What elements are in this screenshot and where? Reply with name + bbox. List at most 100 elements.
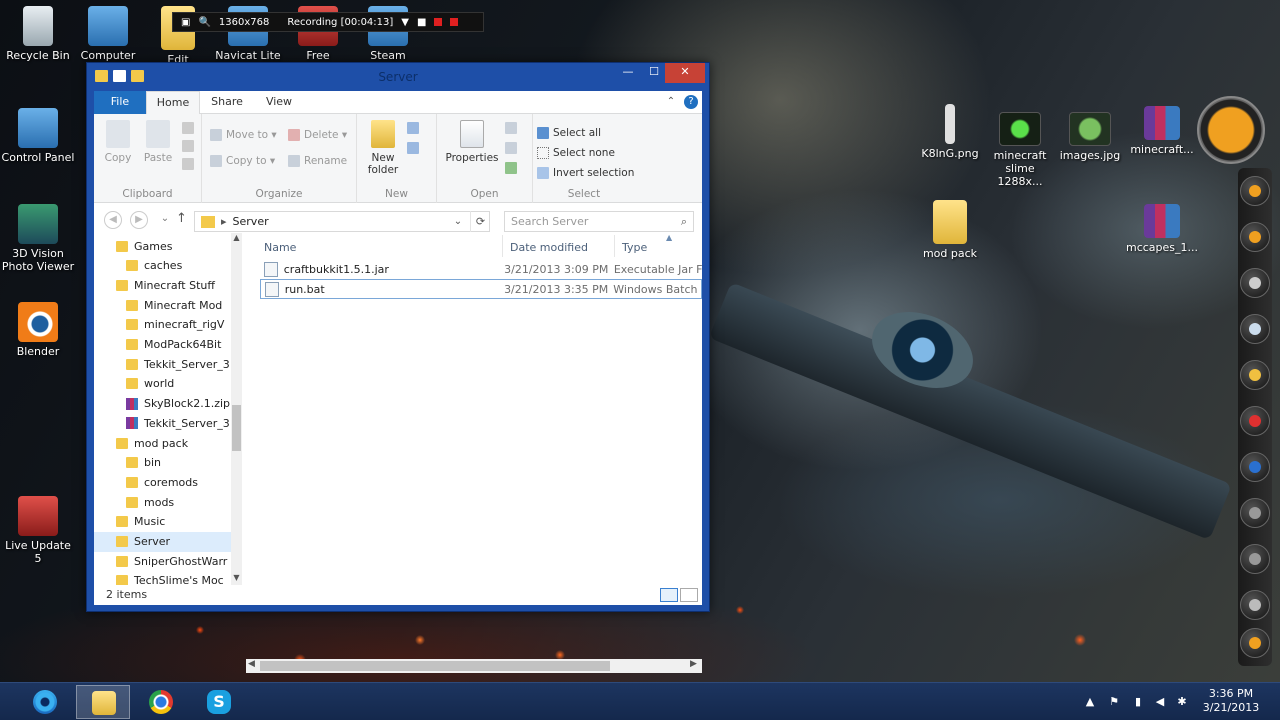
select-all-button[interactable]: Select all — [537, 124, 601, 142]
chat-icon[interactable] — [1240, 314, 1270, 344]
nav-item[interactable]: Tekkit_Server_3 — [94, 413, 232, 433]
nav-item[interactable]: TechSlime's Moc — [94, 571, 232, 585]
globe-icon[interactable] — [1240, 452, 1270, 482]
easy-access-icon[interactable] — [407, 142, 419, 154]
maximize-button[interactable]: ☐ — [641, 63, 667, 83]
help-icon[interactable]: ? — [684, 95, 698, 109]
taskbar-app-explorer[interactable] — [76, 685, 130, 719]
volume-icon[interactable]: ◀ — [1154, 696, 1166, 707]
desktop-icon-computer[interactable]: Computer — [70, 6, 146, 62]
nav-item[interactable]: caches — [94, 256, 232, 276]
nav-item[interactable]: Music — [94, 512, 232, 532]
taskbar-app-skype[interactable]: S — [192, 685, 246, 719]
nav-item[interactable]: Server — [94, 531, 232, 552]
desktop-icon-minecraft-rar[interactable]: minecraft... — [1124, 106, 1200, 156]
nav-scroll-thumb[interactable] — [232, 405, 241, 451]
ribbon-collapse-icon[interactable]: ⌃ — [664, 95, 678, 109]
refresh-button[interactable]: ⟳ — [470, 211, 490, 232]
up-button[interactable]: ↑ — [176, 211, 187, 226]
desktop-icon-minecraft-slime[interactable]: minecraft slime 1288x... — [982, 112, 1058, 188]
file-row[interactable]: craftbukkit1.5.1.jar 3/21/2013 3:09 PM E… — [260, 259, 702, 279]
nav-item[interactable]: SniperGhostWarr — [94, 551, 232, 571]
select-none-button[interactable]: Select none — [537, 144, 615, 162]
pause-icon[interactable] — [434, 18, 443, 26]
nav-scrollbar[interactable]: ▲ ▼ — [231, 233, 242, 585]
camera-icon[interactable]: ■ — [417, 17, 426, 28]
new-folder-button[interactable]: New folder — [363, 120, 403, 176]
desktop-icon-k8lng[interactable]: K8lnG.png — [912, 104, 988, 160]
desktop-icon-blender[interactable]: Blender — [0, 302, 76, 358]
nav-item[interactable]: SkyBlock2.1.zip — [94, 394, 232, 414]
paste-button[interactable]: Paste — [138, 120, 178, 164]
nav-item[interactable]: coremods — [94, 472, 232, 492]
tab-file[interactable]: File — [94, 91, 146, 114]
copy-to-button[interactable]: Copy to ▾ — [210, 152, 275, 170]
gamepad-icon[interactable] — [1240, 268, 1270, 298]
gadget-main-button[interactable] — [1197, 96, 1265, 164]
column-header-date[interactable]: Date modified — [510, 241, 588, 254]
nav-item[interactable]: mods — [94, 492, 232, 512]
address-dropdown-icon[interactable]: ⌄ — [449, 211, 467, 232]
delete-button[interactable]: Delete ▾ — [288, 126, 347, 144]
open-icon[interactable] — [505, 122, 517, 134]
close-button[interactable]: ✕ — [665, 63, 705, 83]
taskbar-clock[interactable]: 3:36 PM 3/21/2013 — [1200, 687, 1262, 715]
column-header-type[interactable]: Type — [622, 241, 647, 254]
column-separator[interactable] — [614, 235, 615, 257]
rename-button[interactable]: Rename — [288, 152, 347, 170]
nav-item[interactable]: Tekkit_Server_3 — [94, 354, 232, 374]
tab-home[interactable]: Home — [146, 91, 200, 115]
nav-item[interactable]: ModPack64Bit — [94, 335, 232, 355]
recent-locations-button[interactable]: ⌄ — [156, 211, 174, 229]
copy-button[interactable]: Copy — [98, 120, 138, 164]
film-icon[interactable] — [1240, 590, 1270, 620]
desktop-icon-recycle-bin[interactable]: Recycle Bin — [0, 6, 76, 62]
properties-button[interactable]: Properties — [443, 120, 501, 164]
hscroll-thumb[interactable] — [260, 661, 610, 671]
file-hscrollbar[interactable]: ◀ ▶ — [246, 659, 702, 673]
back-button[interactable]: ◀ — [104, 211, 122, 229]
show-hidden-icons-icon[interactable]: ▲ — [1084, 696, 1096, 707]
search-input[interactable]: Search Server ⌕ — [504, 211, 694, 232]
scroll-right-icon[interactable]: ▶ — [690, 659, 697, 669]
bluetooth-icon[interactable]: ✱ — [1176, 696, 1188, 707]
scroll-down-icon[interactable]: ▼ — [231, 573, 242, 582]
recording-toolbar[interactable]: ▣ 🔍 1360x768 Recording [00:04:13] ▼ ■ — [172, 12, 484, 32]
nav-item[interactable]: world — [94, 374, 232, 394]
edit-icon[interactable] — [505, 142, 517, 154]
forward-button[interactable]: ▶ — [130, 211, 148, 229]
column-separator[interactable] — [502, 235, 503, 257]
desktop-icon-live-update[interactable]: Live Update 5 — [0, 496, 76, 565]
nav-item[interactable]: bin — [94, 453, 232, 473]
nav-item[interactable]: Minecraft Stuff — [94, 275, 232, 295]
nav-item[interactable]: minecraft_rigV — [94, 315, 232, 335]
breadcrumb-server[interactable]: Server — [233, 215, 269, 228]
camera-icon[interactable] — [1240, 498, 1270, 528]
stop-icon[interactable] — [450, 18, 459, 26]
desktop-icon-mod-pack[interactable]: mod pack — [912, 200, 988, 260]
paste-shortcut-icon[interactable] — [182, 158, 194, 170]
desktop-icon-3d-vision[interactable]: 3D Vision Photo Viewer — [0, 204, 76, 273]
nav-item[interactable]: Minecraft Mod — [94, 295, 232, 315]
large-icons-view-button[interactable] — [680, 588, 698, 602]
add-icon[interactable] — [1240, 628, 1270, 658]
window-titlebar[interactable]: Server — ☐ ✕ — [87, 63, 709, 91]
desktop-icon-images[interactable]: images.jpg — [1052, 112, 1128, 162]
user-icon[interactable] — [1240, 222, 1270, 252]
cut-icon[interactable] — [182, 122, 194, 134]
nav-item[interactable]: Games — [94, 236, 232, 256]
scroll-up-icon[interactable]: ▲ — [231, 233, 242, 242]
minimize-button[interactable]: — — [615, 63, 641, 83]
dropdown-icon[interactable]: ▼ — [401, 17, 409, 28]
gift-icon[interactable] — [1240, 360, 1270, 390]
tab-view[interactable]: View — [254, 91, 304, 114]
free-games-icon[interactable] — [1240, 406, 1270, 436]
new-item-icon[interactable] — [407, 122, 419, 134]
file-row-selected[interactable]: run.bat 3/21/2013 3:35 PM Windows Batch … — [260, 279, 702, 299]
scroll-left-icon[interactable]: ◀ — [248, 659, 255, 669]
network-icon[interactable]: ▮ — [1132, 696, 1144, 707]
desktop-icon-mccapes[interactable]: mccapes_1... — [1124, 204, 1200, 254]
taskbar-app-chrome[interactable] — [134, 685, 188, 719]
alert-icon[interactable] — [1240, 176, 1270, 206]
desktop-icon-control-panel[interactable]: Control Panel — [0, 108, 76, 164]
